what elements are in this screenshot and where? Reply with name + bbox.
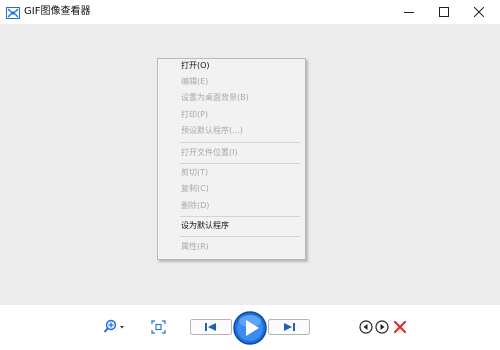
window-title: GIF图像查看器: [24, 6, 91, 17]
app-logo-icon: [6, 5, 20, 19]
menu-item-edit[interactable]: 编辑(E): [181, 76, 208, 88]
rotate-counterclockwise-button[interactable]: [359, 320, 373, 334]
rotate-left-icon: [359, 320, 373, 334]
maximize-button[interactable]: [427, 0, 461, 24]
minimize-button[interactable]: [392, 0, 426, 24]
menu-item-set-default[interactable]: 设为默认程序: [181, 220, 229, 232]
menu-item-cut[interactable]: 剪切(T): [181, 167, 208, 179]
close-icon: [474, 7, 484, 17]
menu-item-open[interactable]: 打开(O): [181, 60, 210, 72]
context-menu: 打开(O) 编辑(E) 设置为桌面背景(B) 打印(P) 预设默认程序(...)…: [157, 58, 306, 260]
fit-to-window-icon: [151, 320, 166, 334]
menu-item-set-wallpaper[interactable]: 设置为桌面背景(B): [181, 92, 249, 104]
minimize-icon: [404, 12, 414, 13]
bottom-toolbar: [0, 305, 500, 350]
menu-item-copy[interactable]: 复制(C): [181, 183, 209, 195]
zoom-dropdown-button[interactable]: [103, 319, 127, 335]
menu-item-properties[interactable]: 属性(R): [181, 241, 209, 253]
close-button[interactable]: [462, 0, 496, 24]
menu-item-open-location[interactable]: 打开文件位置(I): [181, 147, 238, 159]
maximize-icon: [439, 7, 449, 17]
play-button[interactable]: [232, 310, 268, 346]
rotate-right-icon: [375, 320, 389, 334]
delete-button[interactable]: [393, 320, 407, 334]
menu-separator: [180, 216, 300, 217]
magnifier-icon: [103, 319, 124, 333]
next-button[interactable]: [268, 319, 310, 335]
menu-separator: [180, 163, 300, 164]
previous-button[interactable]: [190, 319, 232, 335]
menu-item-delete[interactable]: 删除(D): [181, 200, 209, 212]
menu-item-print[interactable]: 打印(P): [181, 109, 208, 121]
menu-separator: [180, 142, 300, 143]
delete-x-icon: [393, 320, 407, 334]
rotate-clockwise-button[interactable]: [375, 320, 389, 334]
play-icon: [233, 311, 267, 345]
menu-separator: [180, 236, 300, 237]
actual-size-button[interactable]: [151, 320, 166, 334]
skip-next-icon: [268, 319, 310, 335]
title-bar: GIF图像查看器: [0, 0, 500, 24]
menu-item-default-program[interactable]: 预设默认程序(...): [181, 125, 243, 137]
skip-previous-icon: [190, 319, 232, 335]
